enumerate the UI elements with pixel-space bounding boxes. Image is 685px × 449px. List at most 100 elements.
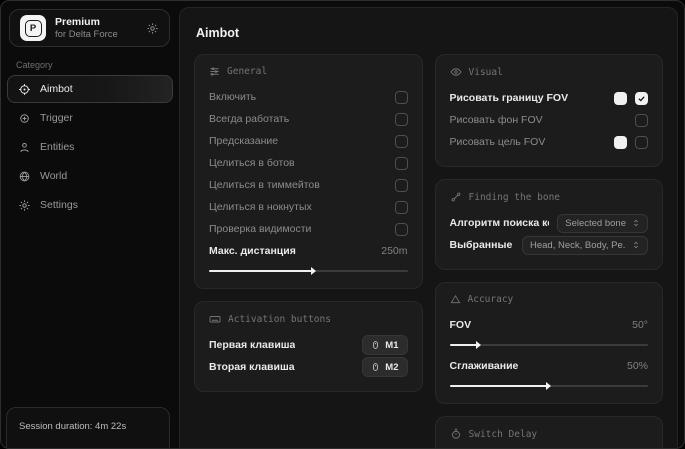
setting-label: Включить: [209, 91, 256, 103]
slider-thumb[interactable]: [311, 267, 316, 275]
brand-card[interactable]: P Premium for Delta Force: [9, 9, 170, 47]
checkbox-draw-fov-background[interactable]: [635, 114, 648, 127]
bone-algorithm-select[interactable]: Selected bone: [557, 214, 648, 233]
setting-row-always-work: Всегда работать: [209, 108, 408, 130]
brand-title: Premium: [55, 16, 118, 29]
gear-icon: [18, 199, 31, 212]
bone-icon: [450, 191, 462, 203]
checkbox-prediction[interactable]: [395, 135, 408, 148]
card-title: General: [227, 66, 267, 77]
card-general: General Включить Всегда работать Предска…: [194, 54, 423, 289]
setting-label: Рисовать цель FOV: [450, 136, 546, 148]
color-swatch[interactable]: [614, 136, 627, 149]
checkbox-aim-knocked[interactable]: [395, 201, 408, 214]
setting-label: Выбранные кости: [450, 239, 515, 251]
card-bone-header: Finding the bone: [450, 191, 649, 203]
sidebar-item-label: Entities: [40, 141, 74, 153]
check-icon: [637, 94, 646, 103]
smoothing-slider[interactable]: [450, 381, 649, 390]
keyboard-icon: [209, 313, 221, 325]
setting-row-smoothing: Сглаживание 50%: [450, 355, 649, 377]
slider-fill: [450, 344, 480, 347]
setting-row-aim-teammates: Целиться в тиммейтов: [209, 174, 408, 196]
checkbox-always-work[interactable]: [395, 113, 408, 126]
setting-row-selected-bones: Выбранные кости Head, Neck, Body, Pe...: [450, 234, 649, 256]
checkbox-visibility-check[interactable]: [395, 223, 408, 236]
max-distance-slider[interactable]: [209, 266, 408, 275]
slider-fill: [209, 270, 314, 273]
setting-value: 50%: [627, 360, 648, 372]
checkbox-enable[interactable]: [395, 91, 408, 104]
slider-fill: [450, 385, 549, 388]
globe-icon: [18, 170, 31, 183]
setting-label: Целиться в нокнутых: [209, 201, 312, 213]
setting-row-draw-fov-target: Рисовать цель FOV: [450, 131, 649, 153]
sidebar-item-label: Aimbot: [40, 83, 73, 95]
content-columns: General Включить Всегда работать Предска…: [194, 54, 663, 449]
setting-row-fov: FOV 50°: [450, 314, 649, 336]
gear-icon[interactable]: [146, 22, 159, 35]
session-duration: Session duration: 4m 22s: [6, 407, 170, 449]
setting-label: Проверка видимости: [209, 223, 311, 235]
sidebar-item-settings[interactable]: Settings: [7, 191, 173, 219]
setting-label: Предсказание: [209, 135, 278, 147]
sidebar-item-world[interactable]: World: [7, 162, 173, 190]
card-accuracy-header: Accuracy: [450, 294, 649, 305]
crosshair-icon: [18, 83, 31, 96]
setting-label: Целиться в тиммейтов: [209, 179, 320, 191]
setting-row-max-distance: Макс. дистанция 250m: [209, 240, 408, 262]
stopwatch-icon: [450, 428, 462, 440]
card-finding-the-bone: Finding the bone Алгоритм поиска костей …: [435, 179, 664, 270]
setting-row-first-key: Первая клавиша M1: [209, 334, 408, 356]
selected-bones-select[interactable]: Head, Neck, Body, Pe...: [522, 236, 648, 255]
setting-row-prediction: Предсказание: [209, 130, 408, 152]
setting-value: 50°: [632, 319, 648, 331]
sidebar-item-label: Settings: [40, 199, 78, 211]
setting-row-draw-fov-border: Рисовать границу FOV: [450, 87, 649, 109]
setting-row-enable: Включить: [209, 86, 408, 108]
chevrons-up-down-icon: [632, 240, 640, 250]
category-label: Category: [16, 60, 179, 70]
checkbox-aim-teammates[interactable]: [395, 179, 408, 192]
brand-logo-letter: P: [25, 20, 42, 37]
checkbox-aim-bots[interactable]: [395, 157, 408, 170]
setting-row-second-key: Вторая клавиша M2: [209, 356, 408, 378]
setting-label: Макс. дистанция: [209, 245, 296, 257]
slider-thumb[interactable]: [476, 341, 481, 349]
card-switch-delay: Switch Delay Задержка переключения Задер…: [435, 416, 664, 449]
checkbox-draw-fov-target[interactable]: [635, 136, 648, 149]
person-icon: [18, 141, 31, 154]
sidebar-item-aimbot[interactable]: Aimbot: [7, 75, 173, 103]
sliders-icon: [209, 66, 220, 77]
slider-thumb[interactable]: [546, 382, 551, 390]
setting-label: Алгоритм поиска костей: [450, 217, 550, 229]
keybind-label: M2: [385, 362, 398, 373]
card-accuracy: Accuracy FOV 50° Сглаживание 50%: [435, 282, 664, 404]
fov-slider[interactable]: [450, 340, 649, 349]
app-window: P Premium for Delta Force Category: [0, 0, 685, 449]
setting-row-aim-knocked: Целиться в нокнутых: [209, 196, 408, 218]
sidebar-item-trigger[interactable]: Trigger: [7, 104, 173, 132]
page-title: Aimbot: [196, 26, 663, 40]
setting-row-aim-bots: Целиться в ботов: [209, 152, 408, 174]
setting-label: Рисовать фон FOV: [450, 114, 543, 126]
keybind-button-m1[interactable]: M1: [362, 335, 407, 355]
setting-controls: [614, 136, 648, 149]
card-visual-header: Visual: [450, 66, 649, 78]
mouse-icon: [371, 361, 380, 373]
checkbox-draw-fov-border[interactable]: [635, 92, 648, 105]
card-title: Switch Delay: [469, 429, 538, 440]
setting-label: Рисовать границу FOV: [450, 92, 569, 104]
setting-row-visibility-check: Проверка видимости: [209, 218, 408, 240]
color-swatch[interactable]: [614, 92, 627, 105]
chevrons-up-down-icon: [632, 218, 640, 228]
setting-controls: [614, 92, 648, 105]
left-column: General Включить Всегда работать Предска…: [194, 54, 423, 449]
brand-text: Premium for Delta Force: [55, 16, 118, 41]
select-value: Selected bone: [565, 218, 626, 229]
eye-icon: [450, 66, 462, 78]
keybind-label: M1: [385, 340, 398, 351]
sidebar-item-entities[interactable]: Entities: [7, 133, 173, 161]
setting-row-bone-algorithm: Алгоритм поиска костей Selected bone: [450, 212, 649, 234]
keybind-button-m2[interactable]: M2: [362, 357, 407, 377]
